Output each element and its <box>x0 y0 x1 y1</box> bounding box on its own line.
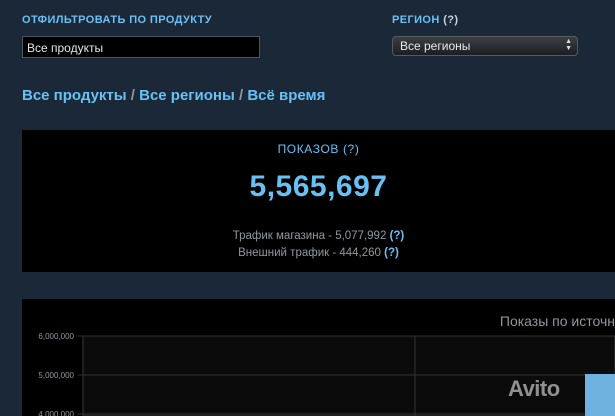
breadcrumb-separator: / <box>130 87 135 104</box>
breadcrumb-products[interactable]: Все продукты <box>22 87 127 104</box>
y-tick-label: 5,000,000 <box>38 371 74 380</box>
region-select[interactable]: Все регионы ▲ ▼ <box>392 36 578 56</box>
region-label-text: Регион <box>392 14 440 26</box>
external-traffic-help[interactable]: (?) <box>384 247 399 259</box>
store-traffic-line: Трафик магазина - 5,077,992 (?) <box>22 230 615 242</box>
product-filter-label: Отфильтровать по продукту <box>22 14 212 26</box>
watermark: Avito <box>508 376 560 401</box>
product-filter-input[interactable]: Все продукты <box>22 36 260 58</box>
store-traffic-help[interactable]: (?) <box>390 230 405 242</box>
y-tick-label: 4,000,000 <box>38 410 74 416</box>
region-filter-label: Регион (?) <box>392 14 458 26</box>
region-help-link[interactable]: (?) <box>443 14 458 26</box>
select-arrows-icon: ▲ ▼ <box>565 38 572 52</box>
external-traffic-line: Внешний трафик - 444,260 (?) <box>22 247 615 259</box>
stats-panel: ПОКАЗОВ (?) 5,565,697 Трафик магазина - … <box>22 130 615 272</box>
breadcrumb-time[interactable]: Всё время <box>247 87 325 104</box>
y-tick-label: 6,000,000 <box>38 332 74 341</box>
breadcrumb-regions[interactable]: Все регионы <box>139 87 235 104</box>
breadcrumb-separator: / <box>238 87 244 104</box>
store-traffic-text: Трафик магазина - 5,077,992 <box>232 230 387 242</box>
breadcrumb: Все продукты / Все регионы / Всё время <box>22 87 325 104</box>
region-select-value: Все регионы <box>400 39 471 53</box>
stats-title: ПОКАЗОВ (?) <box>277 142 360 156</box>
total-views: 5,565,697 <box>249 170 388 203</box>
external-traffic-text: Внешний трафик - 444,260 <box>238 247 381 259</box>
watermark-corner <box>585 374 615 416</box>
